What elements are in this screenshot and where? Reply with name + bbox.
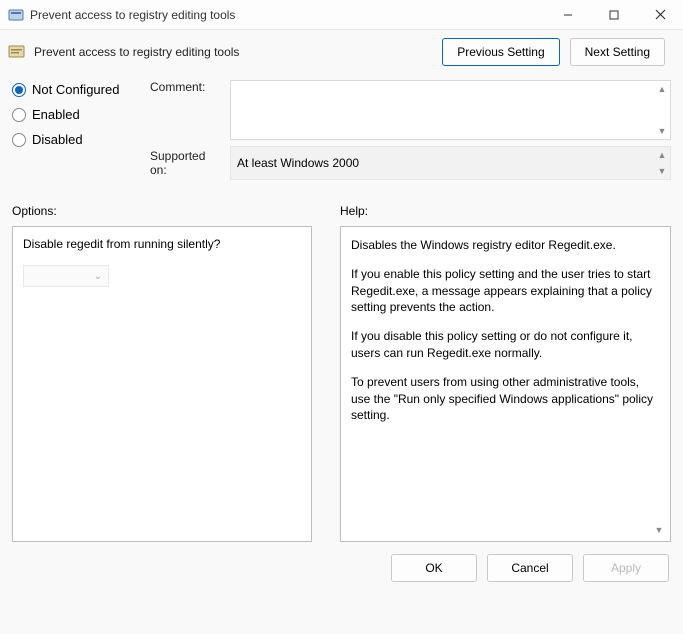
header: Prevent access to registry editing tools… xyxy=(0,30,683,70)
comment-textarea[interactable]: ▲ ▼ xyxy=(230,80,671,140)
radio-disabled[interactable]: Disabled xyxy=(12,132,142,147)
window-controls xyxy=(545,0,683,29)
radio-icon xyxy=(12,108,26,122)
next-setting-button[interactable]: Next Setting xyxy=(570,38,665,66)
radio-icon xyxy=(12,83,26,97)
help-paragraph: Disables the Windows registry editor Reg… xyxy=(351,237,660,254)
ok-button[interactable]: OK xyxy=(391,554,477,582)
supported-on-text: At least Windows 2000 xyxy=(237,156,359,170)
scroll-down-icon[interactable]: ▼ xyxy=(655,124,669,138)
radio-label: Not Configured xyxy=(32,82,119,97)
titlebar: Prevent access to registry editing tools xyxy=(0,0,683,30)
header-title: Prevent access to registry editing tools xyxy=(34,45,434,59)
policy-icon xyxy=(8,7,24,23)
options-question: Disable regedit from running silently? xyxy=(23,237,301,251)
radio-icon xyxy=(12,133,26,147)
help-paragraph: If you enable this policy setting and th… xyxy=(351,266,660,316)
help-paragraph: If you disable this policy setting or do… xyxy=(351,328,660,362)
minimize-button[interactable] xyxy=(545,0,591,29)
help-panel: Disables the Windows registry editor Reg… xyxy=(340,226,671,542)
radio-not-configured[interactable]: Not Configured xyxy=(12,82,142,97)
supported-on-value: At least Windows 2000 ▲ ▼ xyxy=(230,146,671,180)
radio-enabled[interactable]: Enabled xyxy=(12,107,142,122)
cancel-button[interactable]: Cancel xyxy=(487,554,573,582)
scroll-down-icon[interactable]: ▼ xyxy=(652,523,666,537)
policy-header-icon xyxy=(8,43,26,61)
scroll-up-icon[interactable]: ▲ xyxy=(655,148,669,162)
maximize-button[interactable] xyxy=(591,0,637,29)
help-label: Help: xyxy=(340,204,671,218)
scroll-down-icon[interactable]: ▼ xyxy=(655,164,669,178)
chevron-down-icon: ⌄ xyxy=(94,271,102,282)
radio-label: Disabled xyxy=(32,132,83,147)
footer: OK Cancel Apply xyxy=(0,542,683,594)
apply-button[interactable]: Apply xyxy=(583,554,669,582)
comment-label: Comment: xyxy=(150,80,222,94)
supported-on-label: Supported on: xyxy=(150,149,222,177)
scroll-up-icon[interactable]: ▲ xyxy=(655,82,669,96)
previous-setting-button[interactable]: Previous Setting xyxy=(442,38,559,66)
help-paragraph: To prevent users from using other admini… xyxy=(351,374,660,424)
options-dropdown[interactable]: ⌄ xyxy=(23,265,109,287)
options-label: Options: xyxy=(12,204,312,218)
radio-label: Enabled xyxy=(32,107,80,122)
window-title: Prevent access to registry editing tools xyxy=(30,8,545,22)
options-panel: Disable regedit from running silently? ⌄ xyxy=(12,226,312,542)
close-button[interactable] xyxy=(637,0,683,29)
